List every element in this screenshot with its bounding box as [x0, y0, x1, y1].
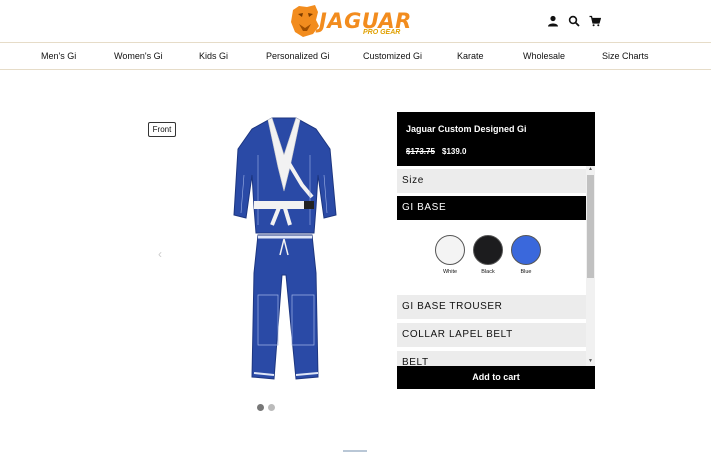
- gi-preview-image: [233, 117, 337, 380]
- option-gi-base[interactable]: GI BASE: [397, 196, 586, 220]
- chevron-left-icon[interactable]: ‹: [158, 247, 162, 261]
- swatch-blue-label: Blue: [520, 269, 532, 275]
- carousel-dot-1[interactable]: [257, 404, 264, 411]
- nav-size-charts[interactable]: Size Charts: [602, 51, 649, 61]
- nav-wholesale[interactable]: Wholesale: [523, 51, 565, 61]
- scroll-down-icon[interactable]: ▼: [586, 358, 595, 366]
- nav-personalized-gi[interactable]: Personalized Gi: [266, 51, 330, 61]
- user-icon[interactable]: [547, 14, 559, 27]
- options-list: Size GI BASE White Black Blue GI BASE TR…: [397, 166, 595, 366]
- option-belt[interactable]: BELT: [397, 351, 586, 366]
- bottom-indicator: [343, 450, 367, 452]
- nav-kids-gi[interactable]: Kids Gi: [199, 51, 228, 61]
- option-collar-lapel-belt[interactable]: COLLAR LAPEL BELT: [397, 323, 586, 347]
- scroll-up-icon[interactable]: ▲: [586, 166, 595, 174]
- product-header: Jaguar Custom Designed Gi $173.75 $139.0: [397, 112, 595, 166]
- option-size[interactable]: Size: [397, 169, 586, 193]
- color-swatches: White Black Blue: [397, 235, 586, 287]
- swatch-black-circle: [473, 235, 503, 265]
- brand-tagline: PRO GEAR: [363, 29, 401, 36]
- nav-mens-gi[interactable]: Men's Gi: [41, 51, 76, 61]
- old-price: $173.75: [406, 147, 435, 156]
- swatch-white-label: White: [442, 269, 458, 275]
- cart-icon[interactable]: [589, 14, 602, 27]
- scrollbar-thumb[interactable]: [587, 175, 594, 278]
- product-title: Jaguar Custom Designed Gi: [406, 124, 527, 134]
- swatch-black[interactable]: Black: [472, 235, 504, 275]
- option-gi-base-trouser[interactable]: GI BASE TROUSER: [397, 295, 586, 319]
- swatch-white[interactable]: White: [434, 235, 466, 275]
- nav-womens-gi[interactable]: Women's Gi: [114, 51, 163, 61]
- add-to-cart-button[interactable]: Add to cart: [397, 366, 595, 389]
- swatch-black-label: Black: [481, 269, 495, 275]
- swatch-blue-circle: [511, 235, 541, 265]
- carousel-dot-2[interactable]: [268, 404, 275, 411]
- current-price: $139.0: [442, 147, 467, 156]
- header-icons: [547, 13, 602, 27]
- brand-logo[interactable]: JAGUAR PRO GEAR: [289, 2, 419, 40]
- front-view-button[interactable]: Front: [148, 122, 176, 137]
- nav-customized-gi[interactable]: Customized Gi: [363, 51, 422, 61]
- main-nav: Men's Gi Women's Gi Kids Gi Personalized…: [0, 42, 711, 70]
- jaguar-head-icon: [291, 5, 319, 37]
- customizer-panel: Jaguar Custom Designed Gi $173.75 $139.0…: [397, 112, 595, 389]
- search-icon[interactable]: [568, 14, 580, 27]
- swatch-blue[interactable]: Blue: [510, 235, 542, 275]
- swatch-white-circle: [435, 235, 465, 265]
- options-scrollbar[interactable]: ▲ ▼: [586, 166, 595, 366]
- site-header: JAGUAR PRO GEAR: [0, 0, 711, 42]
- carousel-dots: [257, 404, 275, 411]
- nav-karate[interactable]: Karate: [457, 51, 484, 61]
